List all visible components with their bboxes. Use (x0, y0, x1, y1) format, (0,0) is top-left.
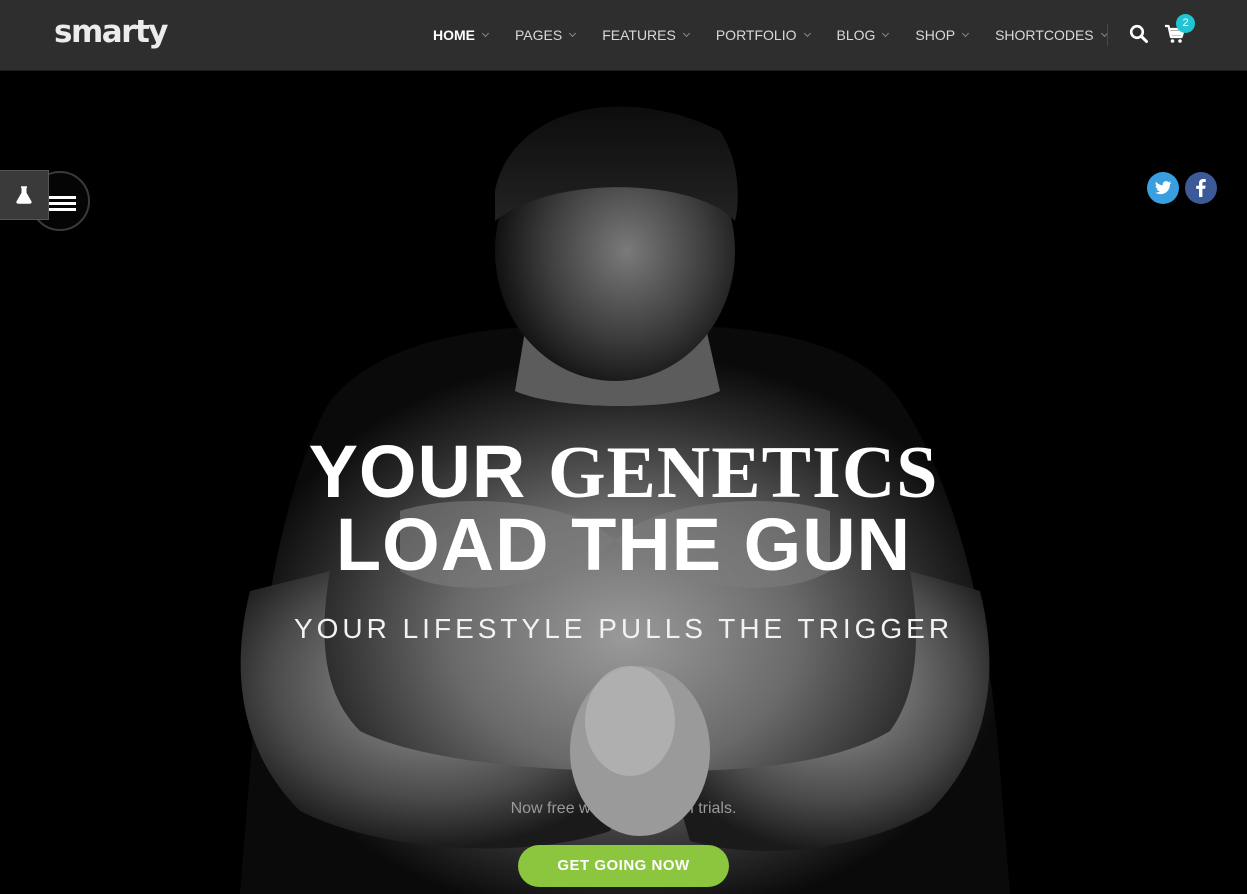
chevron-down-icon (569, 29, 577, 38)
nav-item-blog[interactable]: BLOG (836, 27, 890, 43)
nav-item-label: SHORTCODES (995, 27, 1094, 43)
nav-item-home[interactable]: HOME (433, 27, 490, 43)
hero-headline-line-1: YOUR GENETICS (0, 435, 1247, 511)
nav-item-label: HOME (433, 27, 475, 43)
get-going-now-button[interactable]: GET GOING NOW (518, 845, 729, 887)
nav-divider (1107, 24, 1108, 46)
hero-headline-line-2: LOAD THE GUN (335, 503, 912, 586)
hero-section: YOUR GENETICS LOAD THE GUN YOUR LIFESTYL… (0, 71, 1247, 894)
hero-tagline: Now free workout session trials. (510, 800, 737, 817)
main-nav: HOME PAGES FEATURES PORTFOLIO BLOG SHOP … (433, 26, 1134, 44)
nav-item-shortcodes[interactable]: SHORTCODES (995, 27, 1108, 43)
site-logo[interactable]: smarty (54, 14, 169, 50)
twitter-button[interactable] (1147, 172, 1179, 204)
hero-subheadline: YOUR LIFESTYLE PULLS THE TRIGGER (293, 613, 954, 644)
nav-item-shop[interactable]: SHOP (915, 27, 970, 43)
nav-item-label: PORTFOLIO (715, 27, 797, 43)
twitter-icon (1155, 181, 1172, 195)
chevron-down-icon (882, 29, 890, 38)
nav-item-portfolio[interactable]: PORTFOLIO (715, 27, 811, 43)
site-header: smarty HOME PAGES FEATURES PORTFOLIO BLO… (0, 0, 1247, 71)
nav-item-label: FEATURES (602, 27, 676, 43)
headline-word-your: YOUR (308, 430, 527, 513)
hamburger-icon (48, 196, 76, 214)
nav-item-label: BLOG (836, 27, 876, 43)
flask-icon (16, 186, 32, 204)
chevron-down-icon (962, 29, 970, 38)
search-icon[interactable] (1129, 24, 1149, 44)
nav-item-label: PAGES (515, 27, 563, 43)
chevron-down-icon (481, 29, 490, 38)
cart-count-badge: 2 (1176, 14, 1195, 33)
facebook-button[interactable] (1185, 172, 1217, 204)
nav-item-label: SHOP (915, 27, 956, 43)
demo-switcher-tab[interactable] (0, 170, 49, 220)
facebook-icon (1196, 179, 1206, 197)
headline-word-genetics: GENETICS (547, 432, 939, 514)
nav-item-pages[interactable]: PAGES (515, 27, 577, 43)
nav-item-features[interactable]: FEATURES (602, 27, 690, 43)
chevron-down-icon (682, 29, 690, 38)
chevron-down-icon (803, 29, 811, 38)
